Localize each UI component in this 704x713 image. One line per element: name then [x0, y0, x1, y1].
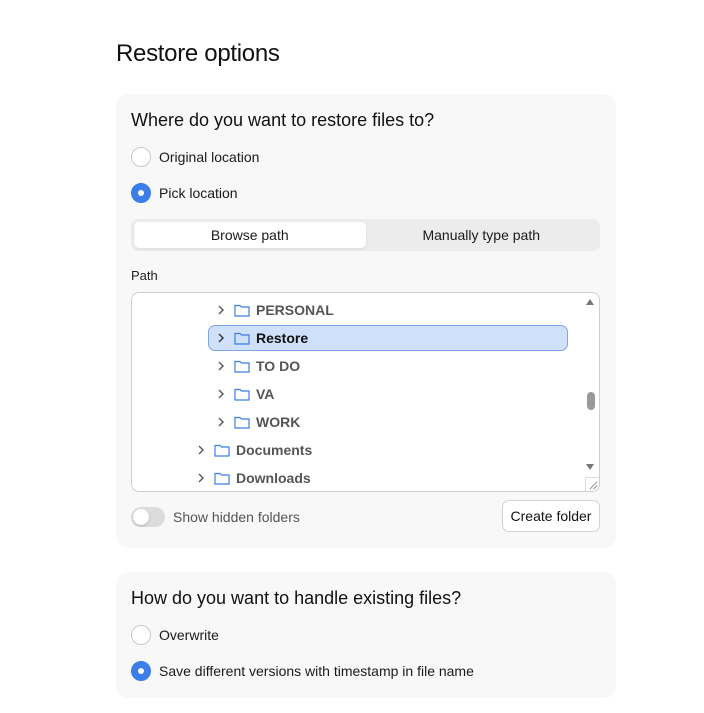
chevron-right-icon[interactable]: [194, 443, 208, 457]
tree-item-documents[interactable]: Documents: [194, 437, 494, 463]
radio-label: Overwrite: [159, 627, 219, 643]
radio-pick-location[interactable]: Pick location: [131, 182, 238, 204]
folder-icon: [234, 388, 250, 401]
restore-location-card: Where do you want to restore files to? O…: [116, 94, 616, 548]
existing-files-title: How do you want to handle existing files…: [131, 588, 462, 608]
tree-item-va[interactable]: VA: [214, 381, 514, 407]
radio-save-versions[interactable]: Save different versions with timestamp i…: [131, 660, 474, 682]
folder-icon: [214, 472, 230, 485]
chevron-right-icon[interactable]: [214, 359, 228, 373]
radio-checked-icon[interactable]: [131, 183, 151, 203]
radio-original-location[interactable]: Original location: [131, 146, 259, 168]
radio-label: Save different versions with timestamp i…: [159, 663, 474, 679]
tree-item-downloads[interactable]: Downloads: [194, 465, 494, 491]
folder-tree[interactable]: PERSONAL Restore TO DO VA WORK Documents: [131, 292, 600, 492]
path-mode-segmented-control: Browse path Manually type path: [131, 219, 600, 251]
radio-unchecked-icon[interactable]: [131, 625, 151, 645]
tree-item-label: VA: [256, 386, 275, 402]
folder-icon: [234, 332, 250, 345]
folder-icon: [214, 444, 230, 457]
tab-manually-type-path[interactable]: Manually type path: [366, 222, 598, 248]
tree-item-label: PERSONAL: [256, 302, 334, 318]
radio-overwrite[interactable]: Overwrite: [131, 624, 219, 646]
tab-browse-path[interactable]: Browse path: [134, 222, 366, 248]
tree-item-restore[interactable]: Restore: [208, 325, 568, 351]
path-label: Path: [131, 268, 158, 283]
tree-item-label: Documents: [236, 442, 313, 458]
page-title: Restore options: [116, 40, 280, 67]
folder-icon: [234, 416, 250, 429]
tree-item-label: Restore: [256, 330, 309, 346]
folder-icon: [234, 360, 250, 373]
tree-item-label: TO DO: [256, 358, 301, 374]
scroll-down-arrow-icon[interactable]: [586, 464, 594, 470]
chevron-right-icon[interactable]: [194, 471, 208, 485]
scrollbar-thumb[interactable]: [587, 392, 595, 410]
chevron-right-icon[interactable]: [214, 415, 228, 429]
radio-label: Original location: [159, 149, 260, 165]
radio-label: Pick location: [159, 185, 238, 201]
chevron-right-icon[interactable]: [214, 303, 228, 317]
chevron-right-icon[interactable]: [214, 387, 228, 401]
scroll-up-arrow-icon[interactable]: [586, 299, 594, 305]
tree-item-label: WORK: [256, 414, 301, 430]
existing-files-card: How do you want to handle existing files…: [116, 572, 616, 698]
create-folder-button[interactable]: Create folder: [502, 500, 600, 532]
tree-item-work[interactable]: WORK: [214, 409, 514, 435]
show-hidden-folders-label: Show hidden folders: [173, 509, 300, 525]
radio-unchecked-icon[interactable]: [131, 147, 151, 167]
folder-icon: [234, 304, 250, 317]
radio-checked-icon[interactable]: [131, 661, 151, 681]
resize-grip-icon[interactable]: [585, 477, 599, 491]
show-hidden-folders-toggle-row[interactable]: Show hidden folders: [131, 506, 300, 528]
chevron-right-icon[interactable]: [214, 331, 228, 345]
restore-location-title: Where do you want to restore files to?: [131, 110, 435, 130]
tree-item-to-do[interactable]: TO DO: [214, 353, 514, 379]
show-hidden-folders-toggle[interactable]: [131, 507, 165, 527]
tree-item-label: Downloads: [236, 470, 311, 486]
tree-item-personal[interactable]: PERSONAL: [214, 297, 514, 323]
